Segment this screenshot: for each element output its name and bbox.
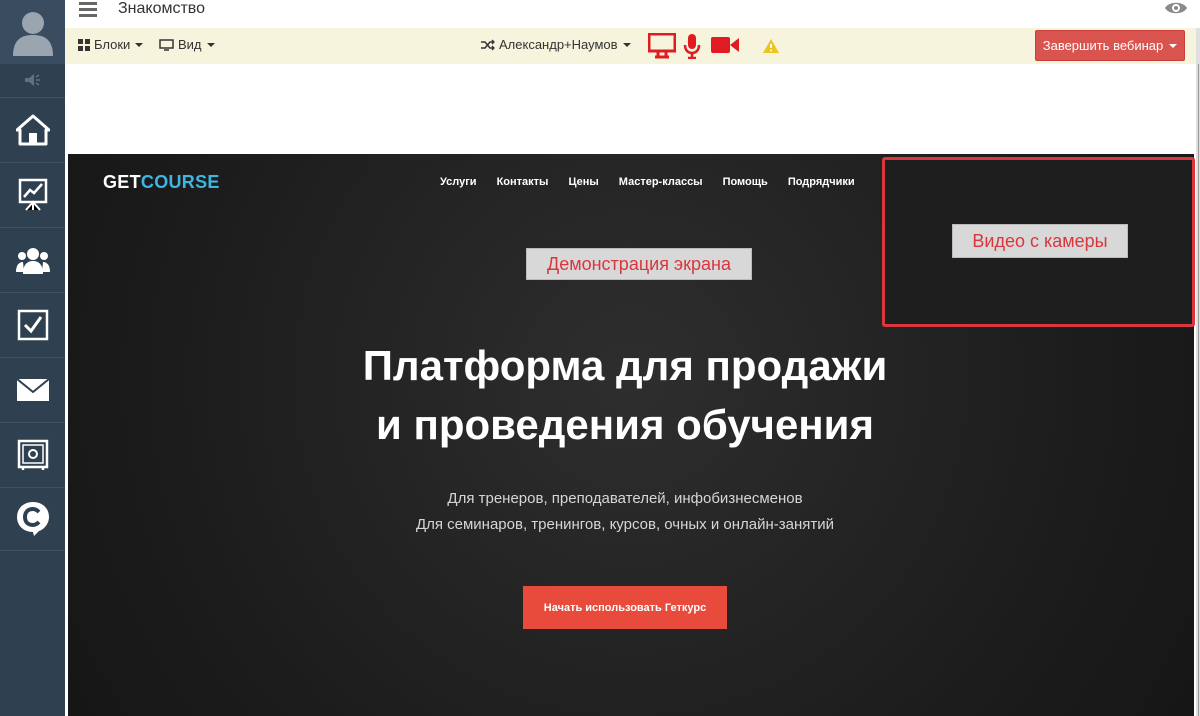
users-icon	[15, 247, 50, 274]
checkbox-icon	[17, 309, 48, 340]
user-silhouette-icon	[12, 12, 53, 56]
warning-icon[interactable]	[762, 38, 780, 59]
home-icon	[15, 114, 50, 145]
divider	[1198, 64, 1199, 716]
sidebar-item-home[interactable]	[0, 97, 65, 161]
sidebar-item-users[interactable]	[0, 227, 65, 291]
view-label: Вид	[178, 37, 202, 52]
hero-subtitle: Для тренеров, преподавателей, инфобизнес…	[415, 490, 835, 533]
microphone-toggle-icon[interactable]	[683, 33, 701, 64]
monitor-icon	[159, 38, 174, 51]
chart-board-icon	[18, 178, 47, 211]
sidebar-item-statistics[interactable]	[0, 162, 65, 226]
end-webinar-button[interactable]: Завершить вебинар	[1035, 30, 1185, 61]
screen-share-label: Демонстрация экрана	[526, 248, 752, 280]
chevron-down-icon	[622, 42, 631, 47]
camera-label: Видео с камеры	[952, 224, 1128, 258]
presenter-label: Александр+Наумов	[499, 37, 618, 52]
webinar-toolbar: Блоки Вид Александр+Наумов Завершить веб…	[65, 28, 1196, 64]
chevron-down-icon	[135, 42, 144, 47]
chevron-down-icon	[206, 42, 215, 47]
camera-video-panel[interactable]: Видео с камеры	[882, 157, 1195, 327]
site-nav-item: Помощь	[722, 176, 768, 188]
sidebar-item-chat[interactable]	[0, 487, 65, 551]
shuffle-icon	[481, 39, 495, 50]
site-nav-item: Цены	[568, 176, 599, 188]
page-title: Знакомство	[118, 0, 206, 17]
blocks-dropdown[interactable]: Блоки	[78, 37, 144, 52]
view-dropdown[interactable]: Вид	[159, 37, 215, 52]
title-bar: Знакомство	[65, 0, 1200, 28]
presenter-dropdown[interactable]: Александр+Наумов	[481, 37, 631, 52]
camera-toggle-icon[interactable]	[711, 36, 740, 59]
sidebar	[0, 0, 65, 716]
sidebar-item-finance[interactable]	[0, 422, 65, 486]
chat-c-icon	[16, 502, 49, 536]
eye-icon[interactable]	[1164, 0, 1188, 21]
screen-share-toggle-icon[interactable]	[647, 32, 677, 64]
sidebar-item-tasks[interactable]	[0, 292, 65, 356]
site-nav-item: Подрядчики	[787, 176, 855, 188]
getcourse-logo: GETCOURSE	[103, 172, 220, 192]
blocks-label: Блоки	[94, 37, 131, 52]
safe-icon	[17, 439, 48, 470]
site-nav-item: Контакты	[496, 176, 549, 188]
avatar[interactable]	[0, 0, 65, 64]
sidebar-item-messages[interactable]	[0, 357, 65, 421]
hamburger-menu-icon[interactable]	[79, 2, 99, 18]
hero-headline: Платформа для продажи и проведения обуче…	[362, 342, 888, 448]
end-webinar-label: Завершить вебинар	[1042, 38, 1164, 53]
site-nav-item: Услуги	[440, 176, 477, 188]
grid-icon	[78, 38, 90, 51]
mail-icon	[16, 378, 49, 401]
chevron-down-icon	[1169, 43, 1178, 48]
site-nav-item: Мастер-классы	[618, 176, 703, 188]
site-nav: Услуги Контакты Цены Мастер-классы Помощ…	[440, 176, 855, 188]
speaker-icon[interactable]	[0, 64, 65, 96]
app-root: Знакомство Блоки Вид Александр+Наумов За…	[0, 0, 1200, 716]
cta-button: Начать использовать Геткурс	[523, 586, 727, 629]
